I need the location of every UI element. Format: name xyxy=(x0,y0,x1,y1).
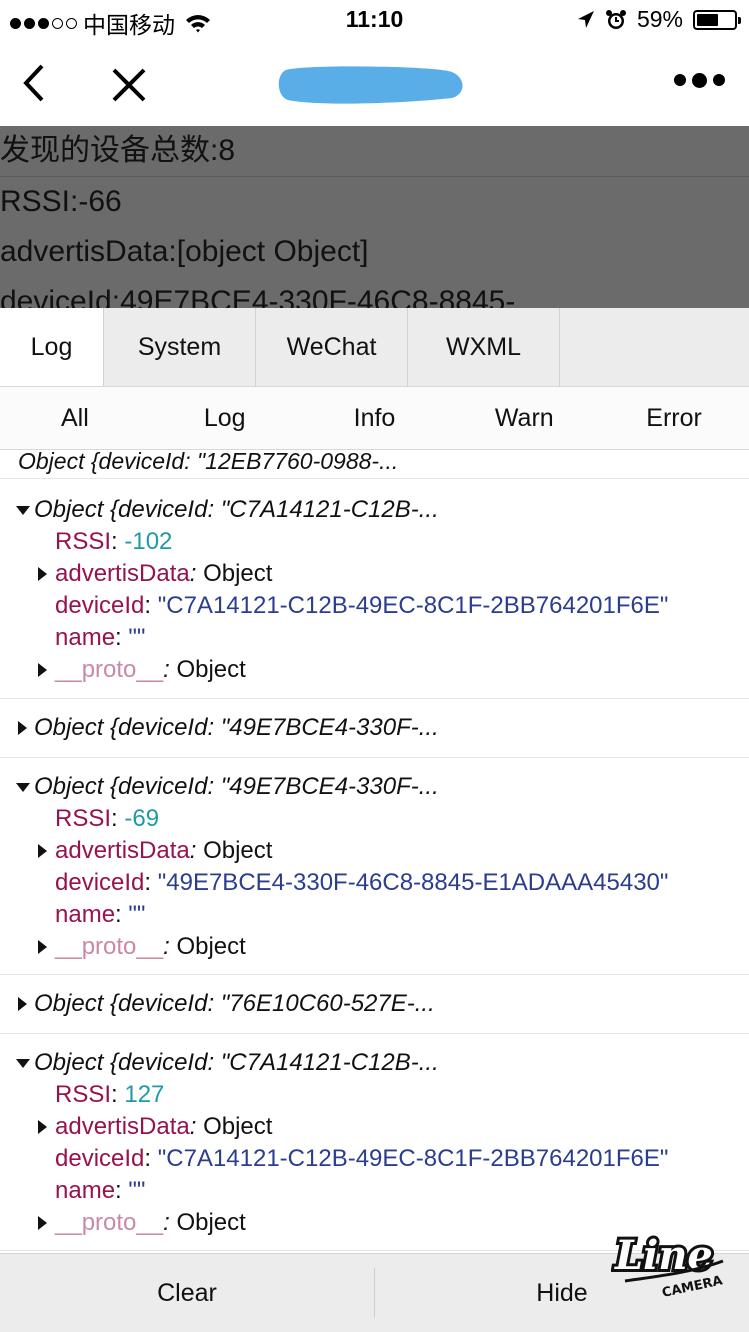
list-item[interactable]: Object {deviceId: "49E7BCE4-330F-... xyxy=(0,699,749,758)
caret-down-icon[interactable] xyxy=(16,783,30,792)
prop-key: RSSI xyxy=(55,805,112,832)
clear-button[interactable]: Clear xyxy=(0,1254,374,1332)
nav-bar xyxy=(0,40,749,126)
alarm-icon xyxy=(605,9,626,29)
filter-error[interactable]: Error xyxy=(599,387,749,449)
filter-log[interactable]: Log xyxy=(150,387,300,449)
caret-right-icon[interactable] xyxy=(38,663,47,677)
prop-key: deviceId xyxy=(55,869,145,896)
page-title-redacted xyxy=(278,66,463,104)
more-dots-icon[interactable] xyxy=(674,72,725,88)
caret-right-icon[interactable] xyxy=(18,997,27,1011)
prop-key: __proto__ xyxy=(55,933,164,960)
caret-right-icon[interactable] xyxy=(38,567,47,581)
page-content: 发现的设备总数:8 RSSI:-66 advertisData:[object … xyxy=(0,126,749,308)
battery-icon xyxy=(693,9,741,30)
name-value: "" xyxy=(128,624,146,651)
tab-wxml[interactable]: WXML xyxy=(408,308,560,386)
log-entry-head: Object {deviceId: "C7A14121-C12B-... xyxy=(34,1049,439,1076)
rssi-text: RSSI:-66 xyxy=(0,185,122,218)
advertis-data-text: advertisData:[object Object] xyxy=(0,235,369,268)
prop-key: name xyxy=(55,901,116,928)
prop-key: advertisData xyxy=(55,1113,190,1140)
prop-key: name xyxy=(55,1177,116,1204)
tab-system[interactable]: System xyxy=(104,308,256,386)
prop-key: advertisData xyxy=(55,560,190,587)
status-right: 59% xyxy=(577,6,741,33)
chevron-left-icon[interactable] xyxy=(16,60,52,106)
prop-value: Object xyxy=(203,560,273,587)
list-item[interactable]: Object {deviceId: "12EB7760-0988-... xyxy=(0,450,749,479)
log-entry-head: Object {deviceId: "49E7BCE4-330F-... xyxy=(34,773,439,800)
prop-value: Object xyxy=(176,656,246,683)
log-entry-head: Object {deviceId: "12EB7760-0988-... xyxy=(18,450,399,474)
device-count-text: 发现的设备总数:8 xyxy=(0,126,749,177)
rssi-value: 127 xyxy=(124,1081,165,1108)
location-arrow-icon xyxy=(577,10,594,28)
rssi-value: -102 xyxy=(124,528,173,555)
prop-key: name xyxy=(55,624,116,651)
line-camera-watermark: Line CAMERA xyxy=(611,1229,724,1301)
console-tabs: Log System WeChat WXML xyxy=(0,308,749,387)
status-bar: 中国移动 11:10 59% xyxy=(0,0,749,40)
tab-log[interactable]: Log xyxy=(0,308,104,386)
caret-right-icon[interactable] xyxy=(38,844,47,858)
caret-right-icon[interactable] xyxy=(38,1216,47,1230)
prop-value: Object xyxy=(176,933,246,960)
list-item[interactable]: Object {deviceId: "C7A14121-C12B-... RSS… xyxy=(0,480,749,699)
device-id-value: "C7A14121-C12B-49EC-8C1F-2BB764201F6E" xyxy=(157,1145,669,1172)
list-item[interactable]: Object {deviceId: "C7A14121-C12B-... RSS… xyxy=(0,1034,749,1251)
rssi-value: -69 xyxy=(124,805,160,832)
prop-key: deviceId xyxy=(55,592,145,619)
device-id-value: "C7A14121-C12B-49EC-8C1F-2BB764201F6E" xyxy=(157,592,669,619)
log-entry-head: Object {deviceId: "76E10C60-527E-... xyxy=(34,990,435,1017)
console-panel: Log System WeChat WXML All Log Info Warn… xyxy=(0,308,749,1332)
filter-warn[interactable]: Warn xyxy=(449,387,599,449)
caret-right-icon[interactable] xyxy=(38,1120,47,1134)
filter-info[interactable]: Info xyxy=(300,387,450,449)
prop-key: deviceId xyxy=(55,1145,145,1172)
battery-percent: 59% xyxy=(636,6,683,32)
caret-down-icon[interactable] xyxy=(16,1059,30,1068)
prop-key: RSSI xyxy=(55,1081,112,1108)
prop-key: __proto__ xyxy=(55,656,164,683)
log-entry-head: Object {deviceId: "C7A14121-C12B-... xyxy=(34,496,439,523)
name-value: "" xyxy=(128,1177,146,1204)
list-item[interactable]: Object {deviceId: "49E7BCE4-330F-... RSS… xyxy=(0,758,749,975)
prop-key: advertisData xyxy=(55,837,190,864)
caret-down-icon[interactable] xyxy=(16,506,30,515)
device-id-text: deviceId:49E7BCE4-330F-46C8-8845- xyxy=(0,285,516,308)
caret-right-icon[interactable] xyxy=(18,721,27,735)
list-item[interactable]: Object {deviceId: "76E10C60-527E-... xyxy=(0,975,749,1034)
tab-wechat[interactable]: WeChat xyxy=(256,308,408,386)
filter-all[interactable]: All xyxy=(0,387,150,449)
prop-value: Object xyxy=(203,837,273,864)
prop-value: Object xyxy=(203,1113,273,1140)
prop-value: Object xyxy=(176,1209,246,1236)
caret-right-icon[interactable] xyxy=(38,940,47,954)
watermark-line1: Line xyxy=(614,1232,713,1279)
log-list[interactable]: Object {deviceId: "12EB7760-0988-... Obj… xyxy=(0,450,749,1253)
prop-key: __proto__ xyxy=(55,1209,164,1236)
prop-key: RSSI xyxy=(55,528,112,555)
log-filter-tabs: All Log Info Warn Error xyxy=(0,387,749,450)
log-entry-head: Object {deviceId: "49E7BCE4-330F-... xyxy=(34,714,439,741)
name-value: "" xyxy=(128,901,146,928)
close-icon[interactable] xyxy=(110,66,148,104)
device-id-value: "49E7BCE4-330F-46C8-8845-E1ADAAA45430" xyxy=(157,869,669,896)
